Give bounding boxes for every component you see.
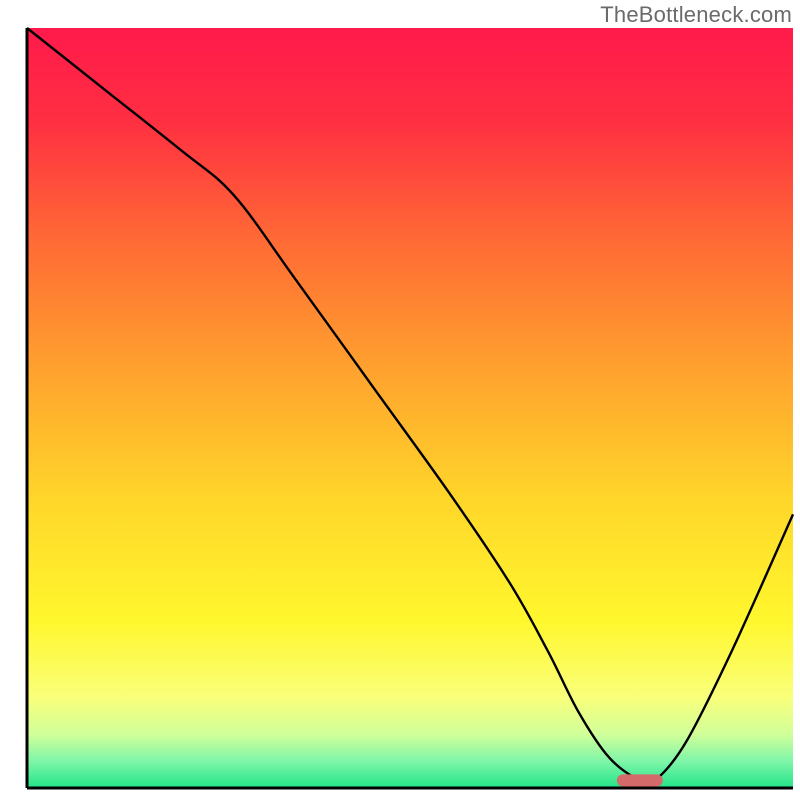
bottleneck-chart: [0, 0, 800, 800]
watermark-text: TheBottleneck.com: [600, 2, 792, 28]
plot-background: [27, 28, 793, 788]
min-region-bar: [617, 774, 663, 786]
